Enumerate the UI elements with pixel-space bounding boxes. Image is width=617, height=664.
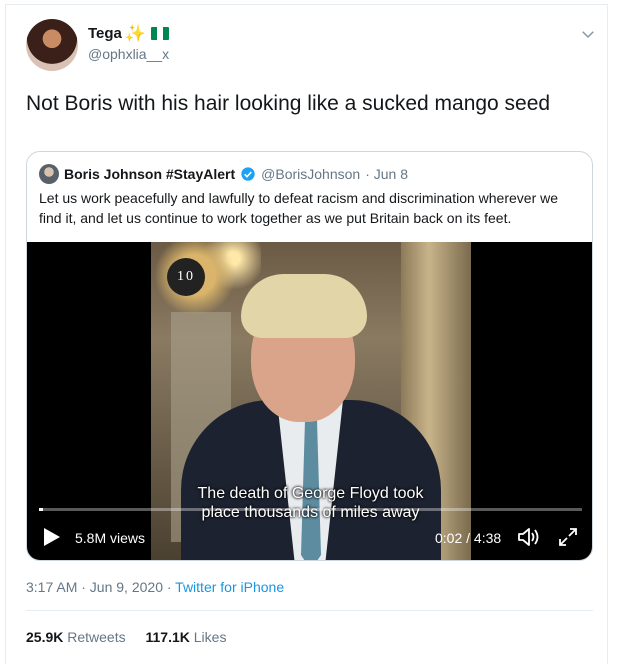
flag-stripe-right [163, 27, 170, 40]
tweet-timestamp[interactable]: 3:17 AM · Jun 9, 2020 · [26, 579, 175, 595]
tweet-stats: 25.9K Retweets 117.1K Likes [26, 629, 226, 645]
author-handle[interactable]: @ophxlia__x [88, 46, 169, 62]
divider [26, 610, 593, 611]
likes-count: 117.1K [145, 629, 190, 645]
video-time: 0:02 / 4:38 [435, 530, 502, 546]
video-subtitle-line1: The death of George Floyd took [197, 485, 424, 502]
tweet-source-link[interactable]: Twitter for iPhone [175, 579, 284, 595]
quoted-handle[interactable]: @BorisJohnson [261, 166, 360, 182]
quoted-date[interactable]: · Jun 8 [365, 166, 408, 182]
volume-icon[interactable] [517, 526, 541, 548]
chevron-down-icon[interactable] [579, 25, 597, 43]
author-avatar[interactable] [26, 19, 78, 71]
video-player[interactable]: 10 The death of George Floyd took place … [27, 242, 592, 560]
likes-label: Likes [193, 629, 227, 645]
verified-badge-icon [241, 167, 255, 181]
retweets-count: 25.9K [26, 629, 64, 645]
quoted-author-name[interactable]: Boris Johnson #StayAlert [64, 166, 235, 182]
video-progress-bar[interactable] [39, 508, 582, 511]
author-name-row[interactable]: Tega ✨ [88, 24, 170, 43]
author-name[interactable]: Tega [88, 25, 122, 42]
video-subtitle-line2: place thousands of miles away [201, 504, 420, 521]
speaker-hair [241, 274, 367, 338]
tweet-card: Tega ✨ @ophxlia__x Not Boris with his ha… [5, 4, 608, 664]
video-progress-fill [39, 508, 43, 511]
retweets-label: Retweets [67, 629, 126, 645]
tweet-meta: 3:17 AM · Jun 9, 2020 · Twitter for iPho… [26, 579, 284, 595]
fullscreen-icon[interactable] [557, 526, 579, 548]
quoted-text: Let us work peacefully and lawfully to d… [39, 190, 559, 226]
channel-badge: 10 [167, 258, 205, 296]
video-views: 5.8M views [75, 530, 146, 546]
quoted-tweet[interactable]: Boris Johnson #StayAlert @BorisJohnson ·… [26, 151, 593, 561]
play-icon[interactable] [43, 527, 61, 547]
sparkles-icon: ✨ [124, 24, 147, 43]
likes-stat[interactable]: 117.1K Likes [146, 629, 227, 645]
retweets-stat[interactable]: 25.9K Retweets [26, 629, 126, 645]
quoted-header: Boris Johnson #StayAlert @BorisJohnson ·… [39, 164, 408, 184]
quoted-avatar[interactable] [39, 164, 59, 184]
nigeria-flag-icon [151, 27, 170, 40]
tweet-text: Not Boris with his hair looking like a s… [26, 92, 551, 115]
